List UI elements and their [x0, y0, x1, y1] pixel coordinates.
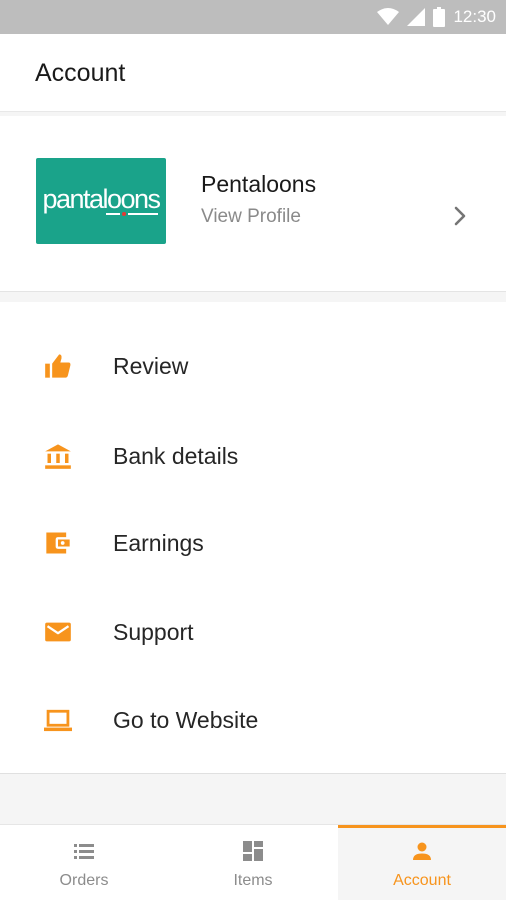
signal-icon	[407, 8, 426, 26]
status-bar: 12:30	[0, 0, 506, 34]
status-icons: 12:30	[377, 6, 496, 28]
tab-label: Account	[393, 872, 451, 889]
person-icon	[413, 842, 431, 860]
page-title: Account	[35, 59, 126, 87]
menu-item-bank-details[interactable]: Bank details	[0, 412, 506, 500]
tab-label: Orders	[59, 872, 109, 889]
mail-icon	[45, 622, 71, 642]
account-menu: Review Bank details Earnings Support Go …	[0, 302, 506, 774]
menu-item-support[interactable]: Support	[0, 588, 506, 676]
brand-logo-text: pantaloons	[42, 184, 161, 214]
thumbs-up-icon	[45, 354, 71, 378]
tab-label: Items	[233, 872, 273, 889]
menu-item-label: Review	[113, 353, 189, 379]
menu-item-label: Earnings	[113, 530, 204, 556]
tab-account[interactable]: Account	[338, 825, 506, 900]
menu-item-label: Go to Website	[113, 707, 259, 733]
tab-orders[interactable]: Orders	[0, 825, 168, 900]
dashboard-icon	[243, 841, 263, 861]
wifi-icon	[377, 8, 400, 25]
bottom-navigation: Orders Items Account	[0, 824, 506, 900]
chevron-right-icon[interactable]	[448, 204, 472, 228]
list-icon	[74, 844, 94, 859]
profile-card[interactable]: pantaloons Pentaloons View Profile	[0, 116, 506, 292]
menu-item-go-to-website[interactable]: Go to Website	[0, 676, 506, 764]
battery-icon	[433, 7, 446, 27]
bank-icon	[45, 444, 71, 469]
menu-item-earnings[interactable]: Earnings	[0, 499, 506, 587]
profile-name: Pentaloons	[201, 171, 317, 197]
menu-item-label: Bank details	[113, 443, 239, 469]
menu-item-label: Support	[113, 619, 194, 645]
laptop-icon	[44, 709, 72, 732]
app-bar: Account	[0, 34, 506, 112]
tab-items[interactable]: Items	[169, 825, 337, 900]
brand-logo: pantaloons	[36, 158, 166, 244]
brand-logo-tagline	[106, 212, 158, 216]
view-profile-link[interactable]: View Profile	[201, 206, 301, 228]
status-time: 12:30	[453, 7, 496, 26]
wallet-icon	[46, 532, 70, 554]
menu-item-review[interactable]: Review	[0, 322, 506, 410]
